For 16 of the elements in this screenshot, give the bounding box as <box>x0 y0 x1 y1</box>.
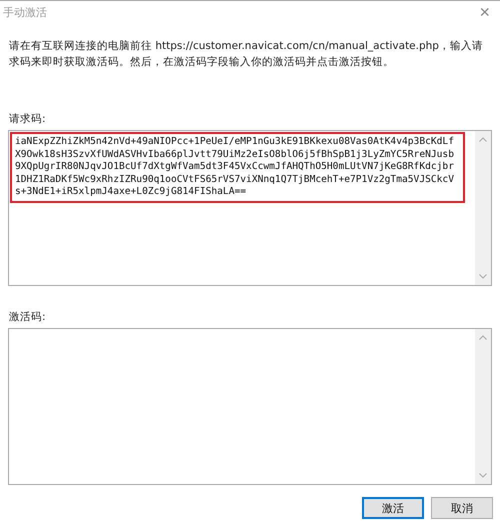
cancel-button[interactable]: 取消 <box>431 497 493 519</box>
activation-code-label: 激活码: <box>9 310 47 324</box>
activation-code-field[interactable] <box>8 328 492 485</box>
scroll-down-icon[interactable] <box>479 473 487 478</box>
window-title: 手动激活 <box>3 4 47 20</box>
instructions-text: 请在有互联网连接的电脑前往 https://customer.navicat.com/cn/manual_activate.php，输入请求码来即时获取激活码。然后，在激活码字段输入你的激活码并点击激活按钮。 <box>9 39 484 70</box>
close-button[interactable]: × <box>475 3 494 21</box>
scroll-up-icon[interactable] <box>479 137 487 142</box>
scrollbar[interactable] <box>475 329 491 484</box>
request-code-text: iaNExpZZhiZkM5n42nVd+49aNIOPcc+1PeUeI/eMP1nGu3kE91BKkexu08Vas0AtK4v4p3BcKdLf X9Owk18sH3SzvXfUWdASVHvIba66plJvtt79UiMz2eIsO8blO6j5fBhSpB1j3LyZmYC5RreNJusb 9XQpUgrIR80NJqvJO1BcUf7dXtgWfVam5dt3F45VxCcwmJfAHQThO5H0mLUtVN7jKeG8RfKdcjbr 1DHZ1RaDKf5Wc9xRhzIZRu90q1ooCVtFS65rVS7viXNnq1Q7TjBMcehT+e7P1Vz2gTma5VJSCkcV s+3NdE1+iR5xlpmJ4axe+L0Zc9jG814FIShaLA== <box>10 132 465 202</box>
request-code-field[interactable] <box>8 130 492 286</box>
activate-button[interactable]: 激活 <box>362 497 424 519</box>
request-code-label: 请求码: <box>9 112 47 126</box>
scroll-down-icon[interactable] <box>479 274 487 279</box>
scrollbar[interactable] <box>475 131 491 285</box>
scroll-up-icon[interactable] <box>479 335 487 340</box>
